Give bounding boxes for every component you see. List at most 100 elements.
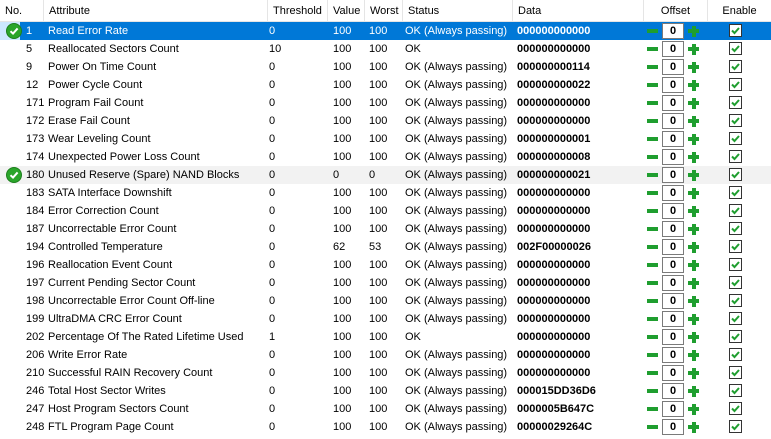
offset-value-input[interactable]: 0	[662, 59, 684, 75]
table-row[interactable]: 1 Read Error Rate 0 100 100 OK (Always passin…	[0, 22, 771, 40]
minus-icon[interactable]	[645, 204, 660, 218]
offset-value-input[interactable]: 0	[662, 293, 684, 309]
minus-icon[interactable]	[645, 294, 660, 308]
minus-icon[interactable]	[645, 276, 660, 290]
column-header-attribute[interactable]: Attribute	[44, 0, 268, 22]
table-row[interactable]: 199 UltraDMA CRC Error Count 0 100 100 OK (Al…	[0, 310, 771, 328]
offset-value-input[interactable]: 0	[662, 203, 684, 219]
plus-icon[interactable]	[686, 204, 701, 218]
minus-icon[interactable]	[645, 78, 660, 92]
plus-icon[interactable]	[686, 42, 701, 56]
offset-value-input[interactable]: 0	[662, 167, 684, 183]
minus-icon[interactable]	[645, 96, 660, 110]
enable-checkbox[interactable]	[729, 348, 742, 361]
table-row[interactable]: 247 Host Program Sectors Count 0 100 100 OK (…	[0, 400, 771, 418]
minus-icon[interactable]	[645, 348, 660, 362]
minus-icon[interactable]	[645, 402, 660, 416]
enable-checkbox[interactable]	[729, 114, 742, 127]
enable-checkbox[interactable]	[729, 294, 742, 307]
offset-value-input[interactable]: 0	[662, 41, 684, 57]
enable-checkbox[interactable]	[729, 186, 742, 199]
table-row[interactable]: 180 Unused Reserve (Spare) NAND Blocks 0 0 0…	[0, 166, 771, 184]
minus-icon[interactable]	[645, 240, 660, 254]
table-row[interactable]: 206 Write Error Rate 0 100 100 OK (Always pas…	[0, 346, 771, 364]
minus-icon[interactable]	[645, 312, 660, 326]
table-row[interactable]: 202 Percentage Of The Rated Lifetime Used…	[0, 328, 771, 346]
enable-checkbox[interactable]	[729, 132, 742, 145]
enable-checkbox[interactable]	[729, 150, 742, 163]
offset-value-input[interactable]: 0	[662, 23, 684, 39]
enable-checkbox[interactable]	[729, 402, 742, 415]
enable-checkbox[interactable]	[729, 420, 742, 433]
enable-checkbox[interactable]	[729, 276, 742, 289]
column-header-enable[interactable]: Enable	[708, 0, 771, 22]
minus-icon[interactable]	[645, 24, 660, 38]
enable-checkbox[interactable]	[729, 204, 742, 217]
enable-checkbox[interactable]	[729, 222, 742, 235]
plus-icon[interactable]	[686, 132, 701, 146]
enable-checkbox[interactable]	[729, 42, 742, 55]
enable-checkbox[interactable]	[729, 78, 742, 91]
plus-icon[interactable]	[686, 366, 701, 380]
table-row[interactable]: 198 Uncorrectable Error Count Off-line 0 10…	[0, 292, 771, 310]
plus-icon[interactable]	[686, 348, 701, 362]
table-row[interactable]: 172 Erase Fail Count 0 100 100 OK (Always pas…	[0, 112, 771, 130]
plus-icon[interactable]	[686, 150, 701, 164]
plus-icon[interactable]	[686, 258, 701, 272]
minus-icon[interactable]	[645, 60, 660, 74]
column-header-worst[interactable]: Worst	[365, 0, 403, 22]
minus-icon[interactable]	[645, 132, 660, 146]
enable-checkbox[interactable]	[729, 96, 742, 109]
table-row[interactable]: 187 Uncorrectable Error Count 0 100 100 OK (A…	[0, 220, 771, 238]
offset-value-input[interactable]: 0	[662, 419, 684, 435]
offset-value-input[interactable]: 0	[662, 275, 684, 291]
column-header-value[interactable]: Value	[328, 0, 365, 22]
offset-value-input[interactable]: 0	[662, 113, 684, 129]
plus-icon[interactable]	[686, 186, 701, 200]
minus-icon[interactable]	[645, 114, 660, 128]
table-row[interactable]: 184 Error Correction Count 0 100 100 OK (Alwa…	[0, 202, 771, 220]
plus-icon[interactable]	[686, 420, 701, 434]
plus-icon[interactable]	[686, 402, 701, 416]
minus-icon[interactable]	[645, 186, 660, 200]
offset-value-input[interactable]: 0	[662, 347, 684, 363]
table-row[interactable]: 183 SATA Interface Downshift 0 100 100 OK (Al…	[0, 184, 771, 202]
table-row[interactable]: 173 Wear Leveling Count 0 100 100 OK (Always …	[0, 130, 771, 148]
plus-icon[interactable]	[686, 222, 701, 236]
table-row[interactable]: 194 Controlled Temperature 0 62 53 OK (Always…	[0, 238, 771, 256]
plus-icon[interactable]	[686, 114, 701, 128]
table-row[interactable]: 196 Reallocation Event Count 0 100 100 OK (Al…	[0, 256, 771, 274]
offset-value-input[interactable]: 0	[662, 311, 684, 327]
plus-icon[interactable]	[686, 78, 701, 92]
plus-icon[interactable]	[686, 240, 701, 254]
plus-icon[interactable]	[686, 330, 701, 344]
enable-checkbox[interactable]	[729, 366, 742, 379]
minus-icon[interactable]	[645, 330, 660, 344]
offset-value-input[interactable]: 0	[662, 329, 684, 345]
table-row[interactable]: 9 Power On Time Count 0 100 100 OK (Always pa…	[0, 58, 771, 76]
minus-icon[interactable]	[645, 384, 660, 398]
offset-value-input[interactable]: 0	[662, 365, 684, 381]
offset-value-input[interactable]: 0	[662, 95, 684, 111]
enable-checkbox[interactable]	[729, 312, 742, 325]
enable-checkbox[interactable]	[729, 60, 742, 73]
offset-value-input[interactable]: 0	[662, 149, 684, 165]
plus-icon[interactable]	[686, 384, 701, 398]
table-row[interactable]: 5 Reallocated Sectors Count 10 100 100 OK 0000…	[0, 40, 771, 58]
minus-icon[interactable]	[645, 42, 660, 56]
table-row[interactable]: 12 Power Cycle Count 0 100 100 OK (Always pas…	[0, 76, 771, 94]
minus-icon[interactable]	[645, 420, 660, 434]
minus-icon[interactable]	[645, 222, 660, 236]
table-row[interactable]: 171 Program Fail Count 0 100 100 OK (Always p…	[0, 94, 771, 112]
offset-value-input[interactable]: 0	[662, 383, 684, 399]
minus-icon[interactable]	[645, 150, 660, 164]
offset-value-input[interactable]: 0	[662, 185, 684, 201]
column-header-no[interactable]: No.	[0, 0, 44, 22]
column-header-threshold[interactable]: Threshold	[268, 0, 328, 22]
offset-value-input[interactable]: 0	[662, 401, 684, 417]
enable-checkbox[interactable]	[729, 384, 742, 397]
column-header-data[interactable]: Data	[513, 0, 644, 22]
plus-icon[interactable]	[686, 312, 701, 326]
offset-value-input[interactable]: 0	[662, 221, 684, 237]
enable-checkbox[interactable]	[729, 240, 742, 253]
